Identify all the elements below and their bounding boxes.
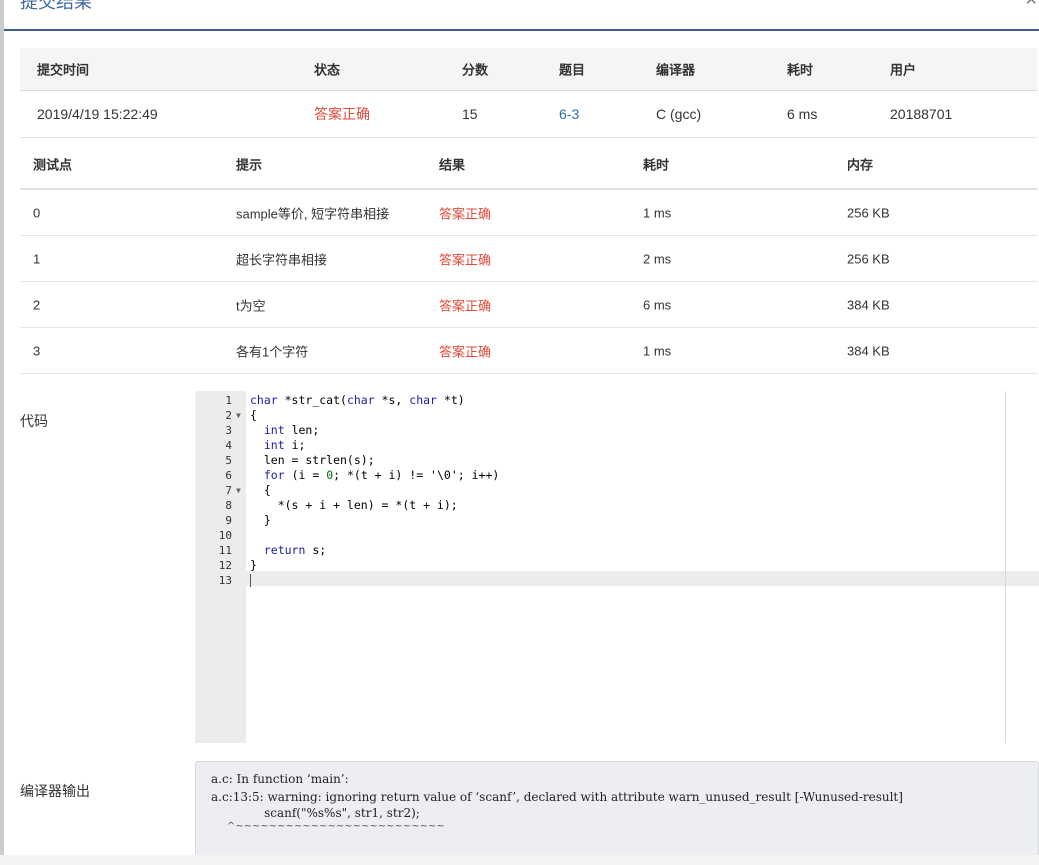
compiler-value: C (gcc) (656, 106, 702, 122)
code-line: 9 } (195, 513, 1039, 528)
compiler-output-box: a.c: In function ‘main’: a.c:13:5: warni… (195, 761, 1039, 865)
test-time: 1 ms (643, 205, 672, 220)
test-hint: sample等价, 短字符串相接 (236, 206, 390, 221)
line-number: 12 (218, 559, 232, 572)
code-line: 13 (195, 573, 1039, 588)
compiler-output-line: a.c:13:5: warning: ignoring return value… (211, 790, 903, 804)
header-score: 分数 (462, 62, 489, 78)
line-number: 1 (225, 394, 232, 407)
table-row: 0 sample等价, 短字符串相接 答案正确 1 ms 256 KB (20, 190, 1037, 236)
header-status: 状态 (314, 62, 341, 78)
compiler-output-line: scanf("%s%s", str1, str2); (245, 806, 420, 820)
header-problem: 题目 (559, 62, 586, 78)
header-user: 用户 (890, 62, 917, 78)
code-line: 10 (195, 528, 1039, 543)
line-number: 8 (225, 499, 232, 512)
line-number: 4 (225, 439, 232, 452)
test-result: 答案正确 (439, 344, 492, 359)
test-time: 6 ms (643, 297, 672, 312)
test-memory: 256 KB (847, 251, 890, 266)
close-icon[interactable]: × (1025, 0, 1037, 10)
status-badge: 答案正确 (314, 106, 370, 122)
table-row: 3 各有1个字符 答案正确 1 ms 384 KB (20, 328, 1037, 374)
line-number: 10 (218, 529, 232, 542)
code-editor[interactable]: 1 char *str_cat(char *s, char *t) 2 ▼{ 3 i… (195, 391, 1039, 743)
text-cursor (250, 574, 251, 587)
test-id: 2 (33, 297, 41, 312)
header-compiler: 编译器 (656, 62, 696, 78)
user-value: 20188701 (890, 106, 953, 122)
line-number: 2 (225, 409, 232, 422)
test-result: 答案正确 (439, 298, 492, 313)
code-line: 2 ▼{ (195, 408, 1039, 423)
code-line: 5 len = strlen(s); (195, 453, 1039, 468)
test-time: 2 ms (643, 251, 672, 266)
header-elapsed: 耗时 (787, 62, 814, 78)
code-line: 7 ▼ { (195, 483, 1039, 498)
line-number: 7 (225, 484, 232, 497)
code-line: 6 for (i = 0; *(t + i) != '\0'; i++) (195, 468, 1039, 483)
test-id: 3 (33, 343, 41, 358)
header-memory: 内存 (847, 157, 874, 173)
compiler-output-line: a.c: In function ‘main’: (211, 772, 349, 786)
test-result: 答案正确 (439, 206, 492, 221)
fold-arrow-icon[interactable]: ▼ (236, 408, 241, 423)
problem-link[interactable]: 6-3 (559, 106, 579, 122)
summary-header-row: 提交时间 状态 分数 题目 编译器 耗时 用户 (20, 48, 1037, 91)
compiler-output-line: ^~~~~~~~~~~~~~~~~~~~~~~~~~ (211, 821, 445, 832)
test-cases-table: 测试点 提示 结果 耗时 内存 0 sample等价, 短字符串相接 答案正确 … (20, 140, 1037, 374)
test-memory: 384 KB (847, 343, 890, 358)
elapsed-value: 6 ms (787, 106, 818, 122)
line-number: 6 (225, 469, 232, 482)
header-test-id: 测试点 (33, 157, 73, 173)
code-line: 4 int i; (195, 438, 1039, 453)
code-lines: 1 char *str_cat(char *s, char *t) 2 ▼{ 3 i… (195, 393, 1039, 588)
test-time: 1 ms (643, 343, 672, 358)
test-memory: 256 KB (847, 205, 890, 220)
submit-time: 2019/4/19 15:22:49 (37, 106, 158, 122)
header-submit-time: 提交时间 (37, 62, 90, 78)
test-memory: 384 KB (847, 297, 890, 312)
table-row: 2 t为空 答案正确 6 ms 384 KB (20, 282, 1037, 328)
code-line: 12} (195, 558, 1039, 573)
code-line: 8 *(s + i + len) = *(t + i); (195, 498, 1039, 513)
score-value: 15 (462, 106, 478, 122)
test-id: 1 (33, 251, 41, 266)
test-id: 0 (33, 205, 41, 220)
modal-header: 提交结果 × (4, 0, 1039, 31)
tests-header-row: 测试点 提示 结果 耗时 内存 (20, 140, 1037, 190)
line-number: 13 (218, 574, 232, 587)
code-line: 11 return s; (195, 543, 1039, 558)
code-line: 3 int len; (195, 423, 1039, 438)
line-number: 5 (225, 454, 232, 467)
left-sidebar-strip (0, 0, 4, 865)
line-number: 11 (218, 544, 232, 557)
code-line: 1 char *str_cat(char *s, char *t) (195, 393, 1039, 408)
bottom-strip (0, 855, 1039, 865)
test-hint: 超长字符串相接 (236, 252, 328, 267)
fold-arrow-icon[interactable]: ▼ (236, 483, 241, 498)
test-hint: 各有1个字符 (236, 344, 309, 359)
test-hint: t为空 (236, 298, 266, 313)
header-hint: 提示 (236, 157, 263, 173)
table-row: 1 超长字符串相接 答案正确 2 ms 256 KB (20, 236, 1037, 282)
line-number: 3 (225, 424, 232, 437)
header-time: 耗时 (643, 157, 670, 173)
summary-row: 2019/4/19 15:22:49 答案正确 15 6-3 C (gcc) 6… (20, 91, 1037, 138)
submission-summary-table: 提交时间 状态 分数 题目 编译器 耗时 用户 2019/4/19 15:22:… (20, 48, 1037, 138)
code-label: 代码 (20, 413, 48, 429)
modal-title: 提交结果 (20, 0, 92, 12)
header-result: 结果 (439, 157, 466, 173)
test-result: 答案正确 (439, 252, 492, 267)
compiler-output-label: 编译器输出 (20, 783, 90, 799)
line-number: 9 (225, 514, 232, 527)
